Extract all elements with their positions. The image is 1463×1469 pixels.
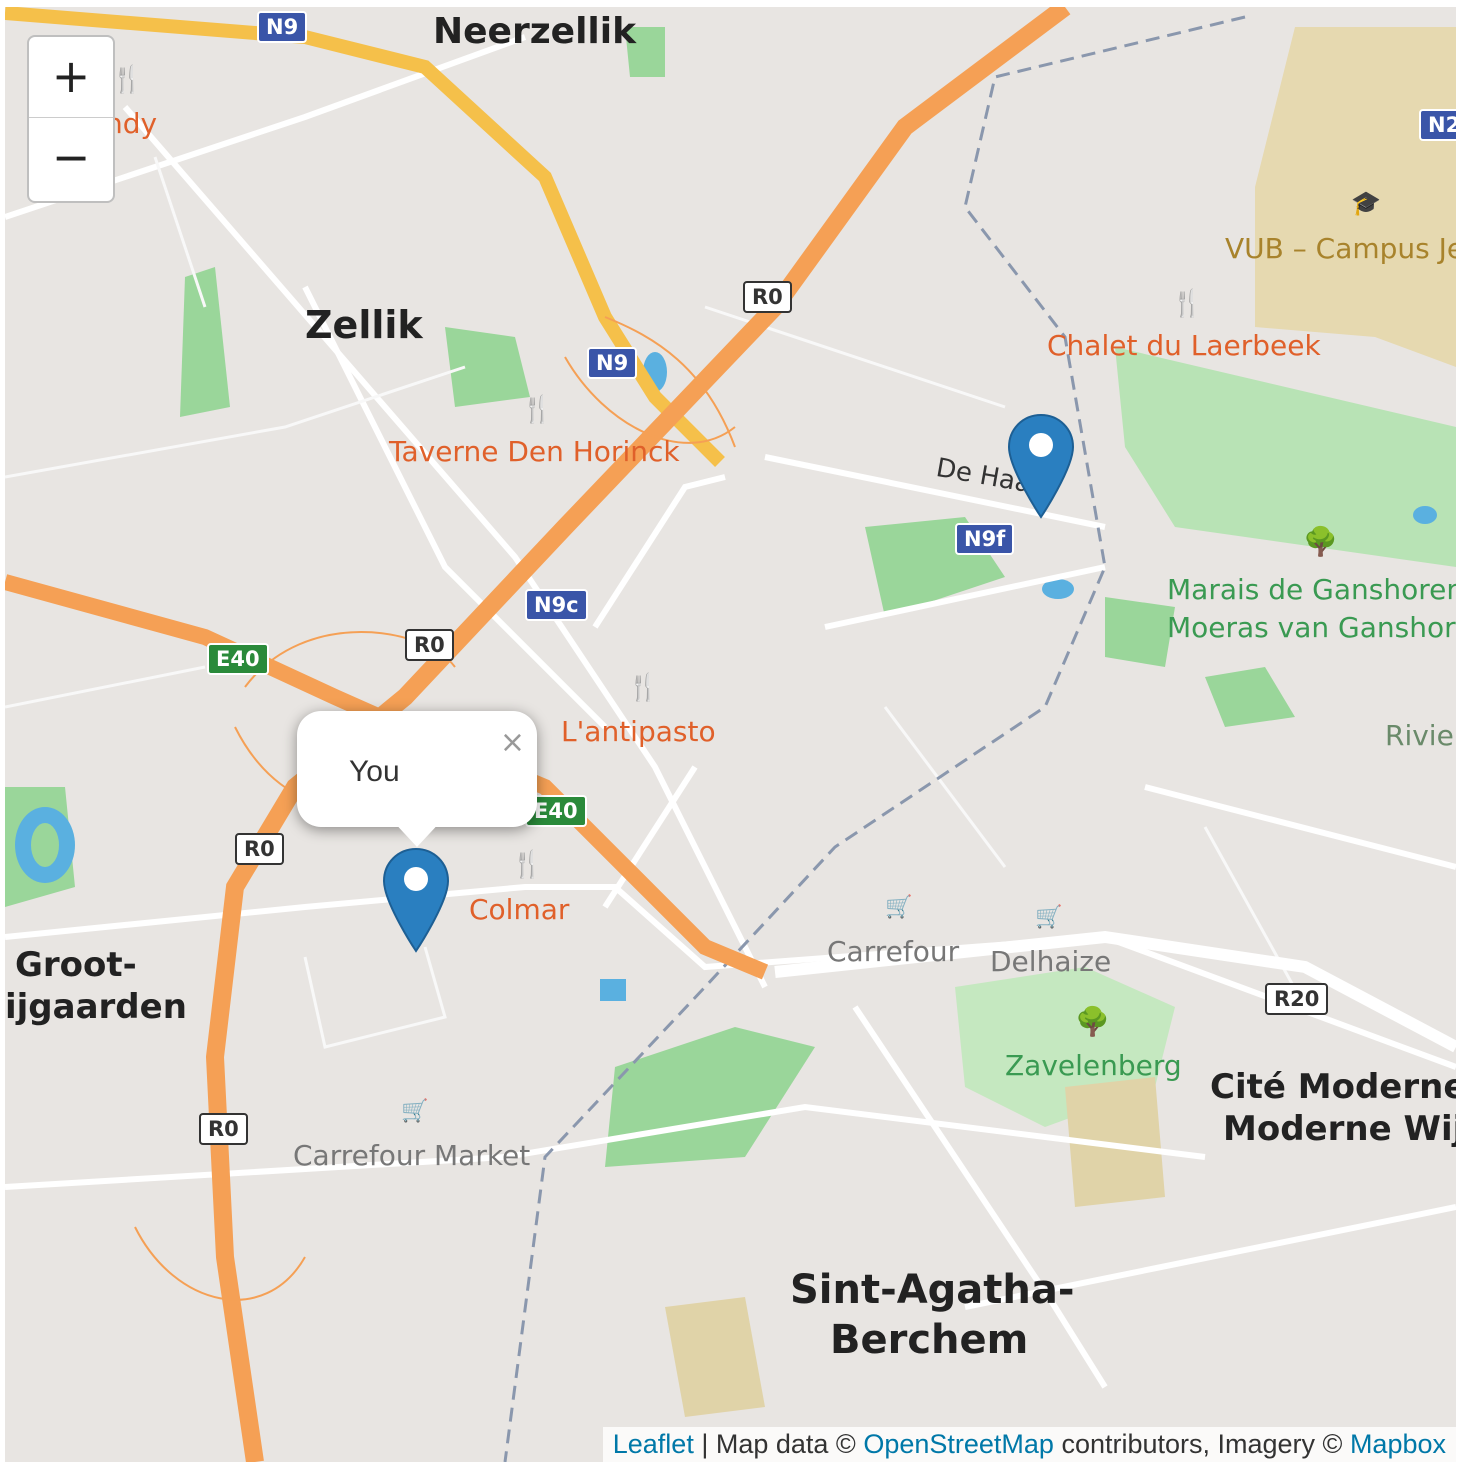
poi-label-chalet: Chalet du Laerbeek [1047,329,1321,362]
road-shield-n9: N9 [587,347,638,379]
road-shield-r0: R0 [235,833,284,865]
place-label-bijgaarden: ijgaarden [5,987,187,1027]
tree-icon: 🌳 [1075,1005,1110,1038]
place-label-cite-2: Moderne Wijk [1223,1109,1456,1149]
shop-label-carrefour: Carrefour [827,935,960,968]
park-label-rivier: Rivier [1385,719,1456,752]
road-shield-r20: R20 [1265,983,1329,1015]
restaurant-icon: 🍴 [511,850,544,880]
shopping-cart-icon: 🛒 [1035,905,1063,930]
popup-content: You [349,755,400,788]
map-marker-pin[interactable] [1007,413,1075,519]
road-shield-n9: N9 [257,11,308,43]
attribution-bar: Leaflet | Map data © OpenStreetMap contr… [602,1427,1456,1462]
place-label-zellik: Zellik [305,303,423,347]
park-label-moeras: Moeras van Ganshore [1167,611,1456,644]
restaurant-icon: 🍴 [111,65,144,95]
road-shield-n9c: N9c [525,589,588,621]
road-shield-n9f: N9f [955,523,1015,555]
attribution-text: | Map data © [693,1429,864,1459]
graduation-cap-icon: 🎓 [1351,189,1381,217]
park-label-zavelenberg: Zavelenberg [1005,1049,1182,1082]
restaurant-icon: 🍴 [521,395,554,425]
road-shield-r0: R0 [405,629,454,661]
poi-label-colmar: Colmar [469,893,570,926]
restaurant-icon: 🍴 [1171,289,1204,319]
shop-label-delhaize: Delhaize [990,945,1112,978]
road-shield-n2: N2 [1419,109,1456,141]
place-label-sint-agatha: Sint-Agatha- [790,1267,1075,1313]
attribution-text: contributors, Imagery © [1053,1429,1350,1459]
restaurant-icon: 🍴 [627,673,660,703]
popup-close-button[interactable]: × [500,725,525,760]
university-label-vub: VUB – Campus Je [1225,232,1456,265]
shopping-cart-icon: 🛒 [885,895,913,920]
zoom-control: + − [27,35,115,203]
poi-label-taverne: Taverne Den Horinck [389,435,680,468]
poi-label-antipasto: L'antipasto [561,715,716,748]
road-shield-r0: R0 [199,1113,248,1145]
openstreetmap-link[interactable]: OpenStreetMap [863,1429,1054,1459]
tree-icon: 🌳 [1303,525,1338,558]
place-label-berchem-text: Berchem [830,1317,1029,1363]
place-label-neerzellik: Neerzellik [433,11,637,52]
map-container[interactable]: Neerzellik Zellik Groot- ijgaarden Cité … [5,7,1456,1462]
place-label-cite-1: Cité Moderne - [1210,1067,1456,1107]
map-tiles [5,7,1456,1462]
shopping-cart-icon: 🛒 [401,1099,429,1124]
zoom-in-button[interactable]: + [29,37,113,118]
mapbox-link[interactable]: Mapbox [1350,1429,1446,1459]
place-label-groot: Groot- [15,945,137,985]
road-shield-r0: R0 [743,281,792,313]
map-marker-pin-you[interactable] [382,847,450,953]
zoom-out-button[interactable]: − [29,118,113,198]
road-shield-e40: E40 [207,643,269,675]
shop-label-carrefour-market: Carrefour Market [293,1139,531,1172]
park-label-marais: Marais de Ganshoren [1167,573,1456,606]
leaflet-link[interactable]: Leaflet [613,1429,694,1459]
marker-popup: You × [297,711,537,827]
popup-tip [391,819,443,847]
